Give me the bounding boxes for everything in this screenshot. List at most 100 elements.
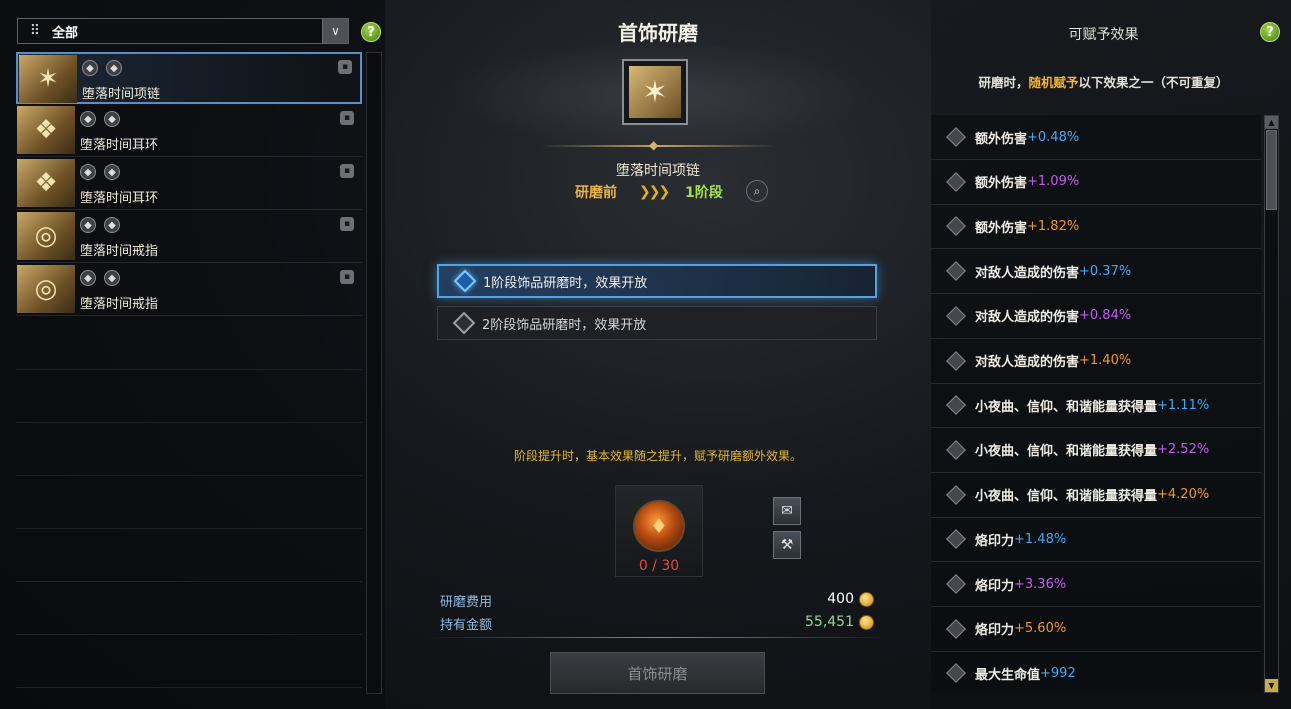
effect-row: 烙印力 +3.36% bbox=[931, 562, 1261, 607]
help-icon[interactable]: ? bbox=[361, 22, 381, 42]
effects-panel: 可赋予效果 ? 研磨时，随机赋予以下效果之一（不可重复） 额外伤害 +0.48% 额… bbox=[931, 0, 1291, 709]
mail-button[interactable]: ✉ bbox=[773, 497, 801, 525]
filter-label: 全部 bbox=[52, 25, 79, 41]
item-list-scrollbar[interactable] bbox=[366, 52, 382, 694]
diamond-icon bbox=[946, 350, 966, 371]
item-thumbnail: ❖ bbox=[17, 106, 75, 154]
effect-row: 额外伤害 +1.09% bbox=[931, 160, 1261, 205]
grind-button[interactable]: 首饰研磨 bbox=[550, 652, 765, 694]
divider bbox=[425, 637, 891, 638]
list-item[interactable]: ❖ ◆ ◆ 堕落时间耳环 ▪ bbox=[16, 105, 362, 157]
diamond-icon bbox=[946, 529, 966, 550]
list-item[interactable]: ✶ ◆ ◆ 堕落时间项链 ▪ bbox=[16, 52, 362, 104]
mail-icon: ✉ bbox=[781, 503, 793, 519]
gem-icon: ◆ bbox=[80, 164, 96, 180]
diamond-icon bbox=[452, 311, 476, 335]
item-name: 堕落时间耳环 bbox=[80, 138, 159, 153]
item-thumbnail: ❖ bbox=[17, 159, 75, 207]
effect-row: 最大生命值 +992 bbox=[931, 651, 1261, 693]
magnifier-icon[interactable]: ⌕ bbox=[746, 180, 768, 202]
material-slot[interactable]: ♦ 0 / 30 bbox=[615, 485, 703, 577]
gem-icon: ◆ bbox=[104, 217, 120, 233]
effect-value: +992 bbox=[1040, 665, 1076, 681]
effect-row: 小夜曲、信仰、和谐能量获得量 +2.52% bbox=[931, 428, 1261, 473]
scroll-thumb[interactable] bbox=[1266, 130, 1277, 210]
auction-button[interactable]: ⚒ bbox=[773, 531, 801, 559]
selected-item-slot: ✶ bbox=[622, 59, 688, 125]
gem-slots: ◆ ◆ bbox=[80, 111, 120, 127]
diamond-icon bbox=[946, 305, 966, 326]
effects-scrollbar[interactable]: ▲ ▼ bbox=[1264, 115, 1279, 693]
effect-value: +1.11% bbox=[1157, 397, 1210, 413]
lock-icon: ▪ bbox=[340, 217, 354, 231]
effect-label: 小夜曲、信仰、和谐能量获得量 bbox=[975, 399, 1158, 415]
necklace-icon: ✶ bbox=[629, 66, 681, 118]
item-name: 堕落时间戒指 bbox=[80, 297, 159, 312]
list-item[interactable]: ◎ ◆ ◆ 堕落时间戒指 ▪ bbox=[16, 264, 362, 316]
cost-value: 400 bbox=[827, 591, 854, 607]
stage-option-label: 2阶段饰品研磨时，效果开放 bbox=[482, 317, 647, 333]
item-thumbnail: ◎ bbox=[17, 212, 75, 260]
ornament-icon: ◆ bbox=[649, 138, 659, 152]
material-count: 0 / 30 bbox=[638, 558, 680, 574]
effect-label: 额外伤害 bbox=[975, 176, 1028, 192]
gem-slots: ◆ ◆ bbox=[82, 60, 122, 76]
diamond-icon bbox=[946, 261, 966, 281]
stage-option-2[interactable]: 2阶段饰品研磨时，效果开放 bbox=[437, 306, 877, 340]
empty-slot bbox=[16, 317, 362, 370]
effect-value: +1.09% bbox=[1027, 174, 1080, 190]
gem-icon: ◆ bbox=[104, 270, 120, 286]
owned-value: 55,451 bbox=[805, 614, 854, 630]
effects-list: 额外伤害 +0.48% 额外伤害 +1.09% 额外伤害 +1.82% 对敌人造成的伤害 +0… bbox=[931, 115, 1261, 693]
effect-value: +1.40% bbox=[1079, 353, 1132, 368]
subtitle-prefix: 研磨时， bbox=[978, 75, 1029, 90]
effect-row: 额外伤害 +1.82% bbox=[931, 204, 1261, 250]
effect-label: 对敌人造成的伤害 bbox=[975, 310, 1080, 326]
effect-value: +0.37% bbox=[1079, 263, 1132, 279]
scroll-down-icon[interactable]: ▼ bbox=[1265, 679, 1278, 692]
effect-label: 额外伤害 bbox=[975, 131, 1028, 147]
empty-slot bbox=[16, 423, 362, 476]
stage-option-1[interactable]: 1阶段饰品研磨时，效果开放 bbox=[437, 264, 877, 298]
stage-option-label: 1阶段饰品研磨时，效果开放 bbox=[483, 275, 648, 291]
item-list-panel: ⠿ 全部 ∨ ? ✶ ◆ ◆ 堕落时间项链 ▪ ❖ ◆ ◆ 堕落时间耳环 ▪ ❖ ◆ ◆ 堕落时间耳环 ▪ ◎… bbox=[0, 0, 385, 709]
effect-value: +1.48% bbox=[1014, 531, 1067, 547]
effect-row: 烙印力 +1.48% bbox=[931, 517, 1261, 563]
diamond-icon bbox=[946, 439, 966, 460]
subtitle-highlight: 随机赋予 bbox=[1028, 75, 1079, 90]
chevron-down-icon[interactable]: ∨ bbox=[322, 19, 348, 43]
grid-icon: ⠿ bbox=[29, 23, 41, 39]
item-name: 堕落时间耳环 bbox=[80, 191, 159, 206]
list-item[interactable]: ◎ ◆ ◆ 堕落时间戒指 ▪ bbox=[16, 211, 362, 263]
lock-icon: ▪ bbox=[338, 60, 352, 74]
gem-icon: ◆ bbox=[80, 217, 96, 233]
diamond-icon bbox=[946, 574, 966, 594]
diamond-icon bbox=[946, 216, 966, 237]
grinding-panel: 首饰研磨 ✶ ◆ 堕落时间项链 研磨前 ❯❯❯ 1阶段 ⌕ 1阶段饰品研磨时，效… bbox=[385, 0, 931, 709]
lock-icon: ▪ bbox=[340, 270, 354, 284]
effect-row: 额外伤害 +0.48% bbox=[931, 115, 1261, 160]
help-icon[interactable]: ? bbox=[1260, 22, 1280, 42]
effect-row: 烙印力 +5.60% bbox=[931, 607, 1261, 652]
effects-subtitle: 研磨时，随机赋予以下效果之一（不可重复） bbox=[931, 72, 1276, 91]
subtitle-suffix: 以下效果之一（不可重复） bbox=[1078, 75, 1229, 90]
owned-label: 持有金额 bbox=[440, 618, 493, 633]
gold-coin-icon bbox=[859, 592, 874, 607]
effect-row: 对敌人造成的伤害 +1.40% bbox=[931, 339, 1261, 384]
item-thumbnail: ◎ bbox=[17, 265, 75, 313]
effect-label: 小夜曲、信仰、和谐能量获得量 bbox=[975, 489, 1158, 505]
item-name: 堕落时间戒指 bbox=[80, 244, 159, 259]
empty-slot bbox=[16, 370, 362, 423]
gem-icon: ◆ bbox=[80, 270, 96, 286]
effect-label: 额外伤害 bbox=[975, 220, 1028, 236]
gem-icon: ◆ bbox=[104, 164, 120, 180]
arrow-icon: ❯❯❯ bbox=[639, 184, 670, 200]
scroll-up-icon[interactable]: ▲ bbox=[1265, 116, 1278, 129]
list-item[interactable]: ❖ ◆ ◆ 堕落时间耳环 ▪ bbox=[16, 158, 362, 210]
category-filter[interactable]: ⠿ 全部 ∨ bbox=[17, 18, 349, 44]
diamond-icon bbox=[946, 663, 966, 684]
effect-label: 烙印力 bbox=[975, 623, 1015, 639]
effect-row: 小夜曲、信仰、和谐能量获得量 +1.11% bbox=[931, 383, 1261, 429]
empty-slot bbox=[16, 476, 362, 529]
notice-text: 阶段提升时，基本效果随之提升，赋予研磨额外效果。 bbox=[513, 449, 802, 463]
